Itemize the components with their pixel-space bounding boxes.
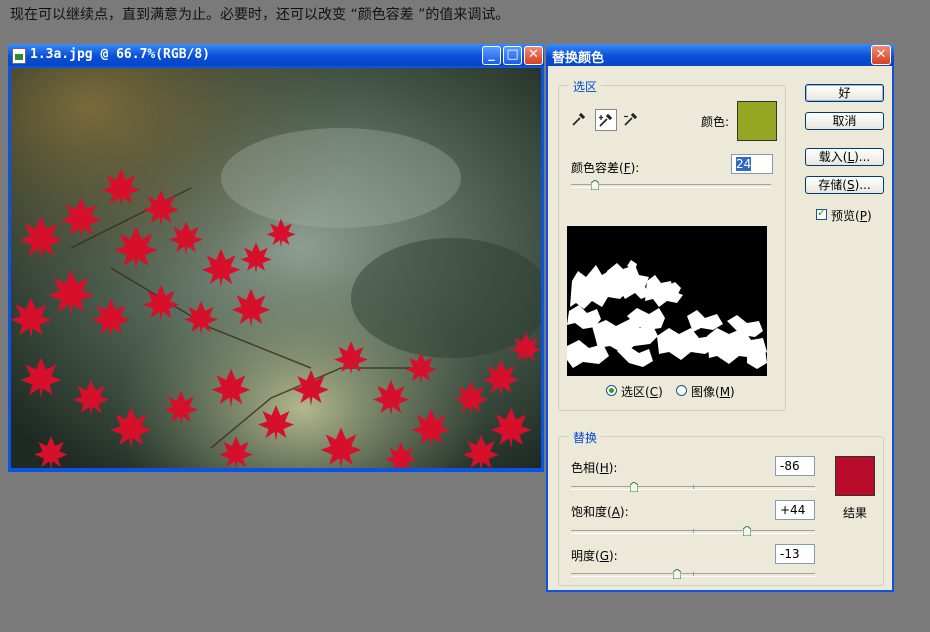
result-color-swatch[interactable] — [835, 456, 875, 496]
replace-group: 替换 色相(H): -86 饱和度(A): +44 明度(G): -13 结果 — [558, 429, 884, 586]
image-window-title: 1.3a.jpg @ 66.7%(RGB/8) — [30, 47, 211, 62]
image-file-icon — [12, 48, 26, 64]
saturation-slider-center-tick — [693, 529, 694, 533]
save-button[interactable]: 存储(S)... — [805, 176, 884, 194]
eyedropper-icon[interactable] — [569, 109, 591, 131]
close-window-button[interactable]: ✕ — [524, 46, 543, 65]
tolerance-input[interactable]: 24 — [731, 154, 773, 174]
eyedropper-plus-icon[interactable] — [595, 109, 617, 131]
dialog-title: 替换颜色 — [552, 51, 605, 66]
tolerance-label: 颜色容差(F): — [571, 161, 640, 175]
hue-slider-center-tick — [693, 485, 694, 489]
image-window-titlebar[interactable]: 1.3a.jpg @ 66.7%(RGB/8) _ □ ✕ — [8, 44, 544, 66]
saturation-input[interactable]: +44 — [775, 500, 815, 520]
tolerance-slider-track[interactable] — [571, 184, 771, 188]
maple-leaves-photo — [11, 68, 541, 468]
result-label: 结果 — [843, 506, 868, 520]
maximize-button[interactable]: □ — [503, 46, 522, 65]
hue-input[interactable]: -86 — [775, 456, 815, 476]
ok-button[interactable]: 好 — [805, 84, 884, 102]
dialog-titlebar[interactable]: 替换颜色 ✕ — [546, 44, 894, 66]
minimize-button[interactable]: _ — [482, 46, 501, 65]
preview-checkbox[interactable] — [816, 206, 827, 220]
selection-mask-preview — [567, 226, 767, 376]
saturation-label: 饱和度(A): — [571, 505, 629, 519]
replace-color-dialog: 替换颜色 ✕ 选区 颜色: 颜色容差(F): 24 选区(C) 图像(M) 好 … — [546, 44, 894, 592]
image-mode-radio[interactable] — [676, 385, 687, 396]
eyedropper-minus-icon[interactable] — [621, 109, 643, 131]
tolerance-slider-thumb[interactable] — [591, 180, 599, 190]
selection-legend: 选区 — [569, 78, 602, 95]
lightness-input[interactable]: -13 — [775, 544, 815, 564]
image-canvas[interactable] — [11, 68, 541, 468]
dialog-close-button[interactable]: ✕ — [871, 45, 891, 65]
lightness-label: 明度(G): — [571, 549, 618, 563]
image-mode-label: 图像(M) — [691, 385, 735, 399]
color-label: 颜色: — [701, 115, 730, 129]
selection-group: 选区 颜色: 颜色容差(F): 24 选区(C) 图像(M) — [558, 78, 786, 411]
lightness-slider-thumb[interactable] — [673, 569, 682, 579]
cancel-button[interactable]: 取消 — [805, 112, 884, 130]
image-document-window: 1.3a.jpg @ 66.7%(RGB/8) _ □ ✕ — [8, 44, 544, 472]
selection-mode-radio[interactable] — [606, 385, 617, 396]
dialog-body: 选区 颜色: 颜色容差(F): 24 选区(C) 图像(M) 好 取消 载入(L… — [548, 66, 892, 590]
load-button[interactable]: 载入(L)... — [805, 148, 884, 166]
preview-label: 预览(P) — [831, 209, 872, 223]
saturation-slider-thumb[interactable] — [742, 526, 751, 536]
selection-mode-label: 选区(C) — [621, 385, 663, 399]
sample-color-swatch[interactable] — [737, 101, 777, 141]
hue-slider-thumb[interactable] — [630, 482, 639, 492]
lightness-slider-center-tick — [693, 572, 694, 576]
hue-label: 色相(H): — [571, 461, 618, 475]
replace-legend: 替换 — [569, 429, 602, 446]
tutorial-caption: 现在可以继续点，直到满意为止。必要时，还可以改变 “颜色容差 ”的值来调试。 — [10, 7, 510, 23]
